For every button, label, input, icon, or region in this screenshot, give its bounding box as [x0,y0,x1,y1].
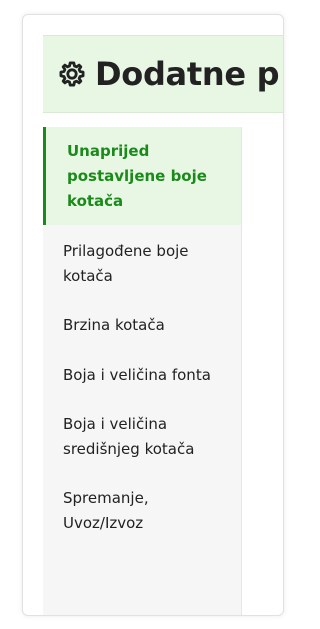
sidebar-item-label: Spremanje, Uvoz/Izvoz [63,489,149,532]
sidebar-item-label: Brzina kotača [63,316,165,334]
sidebar-item-label: Unaprijed postavljene boje kotača [67,142,207,210]
panel-header: Dodatne p [43,35,283,113]
sidebar-item-save-import-export[interactable]: Spremanje, Uvoz/Izvoz [43,486,241,536]
sidebar-item-center-wheel-color-size[interactable]: Boja i veličina središnjeg kotača [43,412,241,462]
sidebar-item-label: Boja i veličina fonta [63,366,211,384]
sidebar-item-label: Prilagođene boje kotača [63,242,189,285]
sidebar-nav: Unaprijed postavljene boje kotača Prilag… [43,127,242,615]
page-title: Dodatne p [95,55,280,93]
settings-panel: Dodatne p Unaprijed postavljene boje kot… [22,14,284,616]
sidebar-item-wheel-speed[interactable]: Brzina kotača [43,313,241,338]
sidebar-item-label: Boja i veličina središnjeg kotača [63,415,195,458]
gear-icon [57,59,87,89]
sidebar-item-font-color-size[interactable]: Boja i veličina fonta [43,363,241,388]
sidebar-item-preset-wheel-colors[interactable]: Unaprijed postavljene boje kotača [43,127,241,225]
sidebar-item-custom-wheel-colors[interactable]: Prilagođene boje kotača [43,239,241,289]
